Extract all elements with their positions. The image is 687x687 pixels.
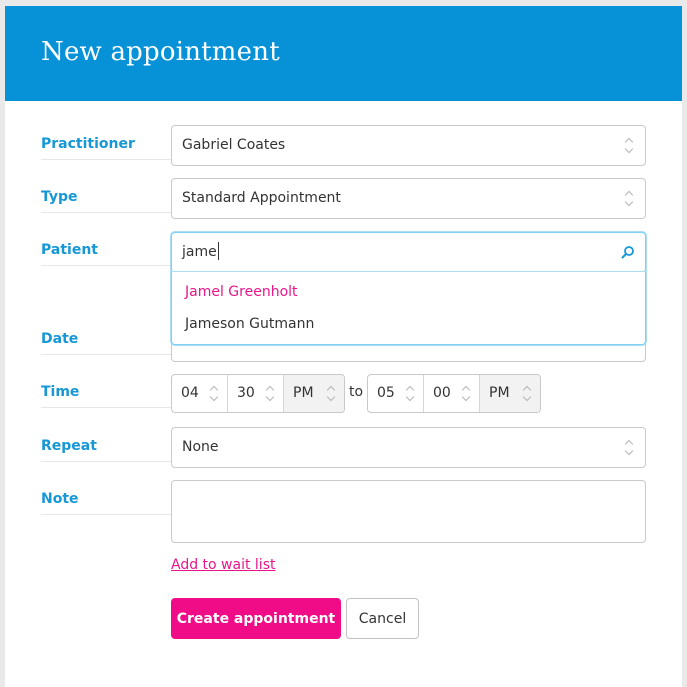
note-label: Note (41, 491, 171, 515)
practitioner-select[interactable]: Gabriel Coates (171, 125, 646, 166)
cancel-button[interactable]: Cancel (346, 598, 419, 639)
repeat-value: None (182, 439, 219, 455)
start-ampm-value: PM (293, 385, 314, 401)
patient-search-input[interactable]: jame (171, 232, 646, 273)
add-to-wait-list-link[interactable]: Add to wait list (171, 557, 275, 573)
up-down-caret-icon (327, 385, 337, 402)
up-down-caret-icon (625, 190, 635, 207)
start-hour-stepper[interactable]: 04 (172, 375, 228, 412)
end-minute-value: 00 (433, 385, 451, 401)
start-ampm-select[interactable]: PM (284, 375, 344, 412)
up-down-caret-icon (406, 385, 416, 402)
practitioner-label: Practitioner (41, 136, 171, 160)
end-hour-stepper[interactable]: 05 (368, 375, 424, 412)
up-down-caret-icon (523, 385, 533, 402)
repeat-select[interactable]: None (171, 427, 646, 468)
start-time-picker: 04 30 PM (171, 374, 345, 413)
up-down-caret-icon (625, 137, 635, 154)
patient-input-value: jame (182, 244, 217, 260)
note-textarea[interactable] (171, 480, 646, 543)
suggestion-item[interactable]: Jameson Gutmann (185, 316, 314, 332)
end-hour-value: 05 (377, 385, 395, 401)
create-appointment-button[interactable]: Create appointment (171, 598, 341, 639)
dialog-header: New appointment (5, 6, 682, 101)
practitioner-value: Gabriel Coates (182, 137, 286, 153)
type-select[interactable]: Standard Appointment (171, 178, 646, 219)
end-minute-stepper[interactable]: 00 (424, 375, 480, 412)
search-icon[interactable] (621, 245, 635, 259)
start-minute-stepper[interactable]: 30 (228, 375, 284, 412)
type-value: Standard Appointment (182, 190, 341, 206)
repeat-label: Repeat (41, 438, 171, 462)
dialog-title: New appointment (41, 37, 280, 67)
suggestion-item[interactable]: Jamel Greenholt (185, 284, 298, 300)
up-down-caret-icon (625, 439, 635, 456)
end-time-picker: 05 00 PM (367, 374, 541, 413)
text-cursor (217, 241, 219, 260)
start-hour-value: 04 (181, 385, 199, 401)
time-range-separator: to (349, 384, 364, 400)
end-ampm-value: PM (489, 385, 510, 401)
appointment-dialog: New appointment Practitioner Gabriel Coa… (5, 6, 682, 687)
start-minute-value: 30 (237, 385, 255, 401)
time-label: Time (41, 384, 171, 408)
end-ampm-select[interactable]: PM (480, 375, 540, 412)
type-label: Type (41, 189, 171, 213)
patient-label: Patient (41, 242, 171, 266)
date-label: Date (41, 331, 171, 355)
up-down-caret-icon (462, 385, 472, 402)
up-down-caret-icon (266, 385, 276, 402)
up-down-caret-icon (210, 385, 220, 402)
patient-suggestions-dropdown: Jamel Greenholt Jameson Gutmann (171, 272, 646, 345)
